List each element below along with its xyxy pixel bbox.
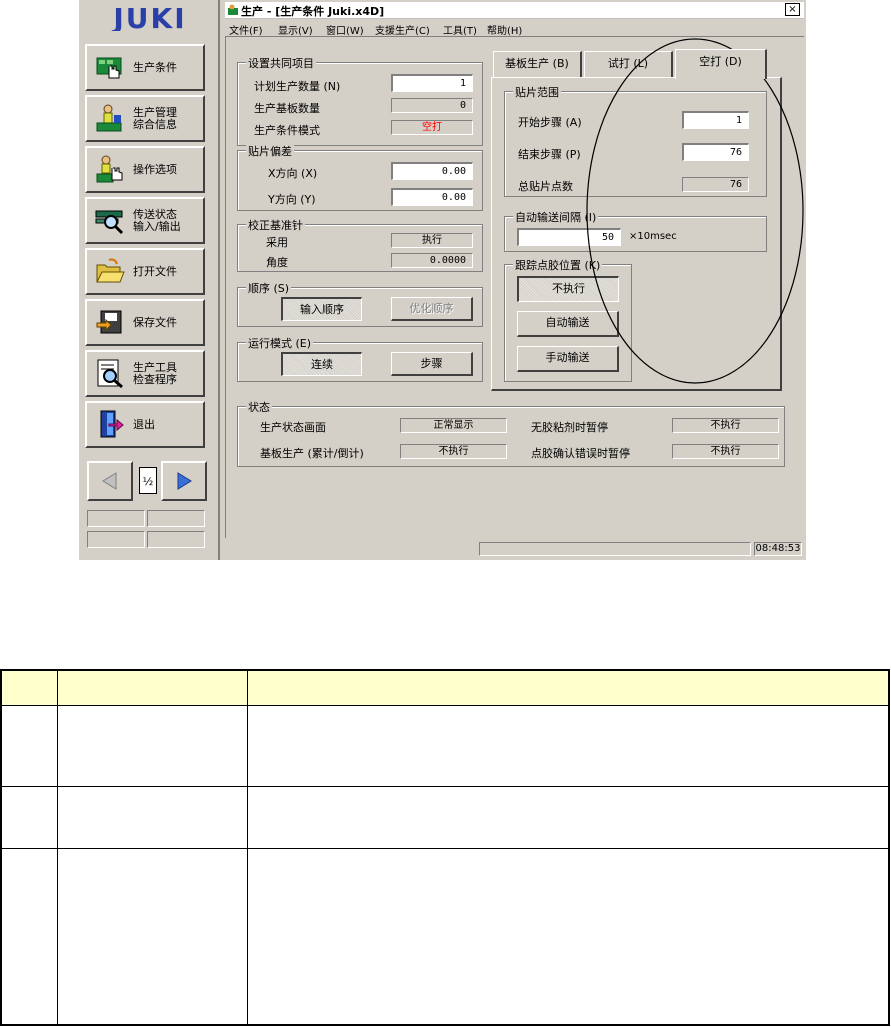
open-folder-icon: [96, 258, 125, 283]
empty-panel-slot: [147, 531, 205, 548]
production-management-label: 生产管理 综合信息: [133, 105, 177, 131]
empty-panel-slot: [147, 510, 205, 527]
table-column-divider: [57, 671, 58, 1024]
exit-label: 退出: [133, 417, 155, 431]
open-file-button[interactable]: 打开文件: [85, 248, 205, 295]
table-row: [2, 849, 888, 1024]
exit-button[interactable]: 退出: [85, 401, 205, 448]
table-row: [2, 787, 888, 849]
previous-page-button[interactable]: [87, 461, 133, 501]
annotation-ellipse: [586, 38, 804, 384]
production-conditions-button[interactable]: 生产条件: [85, 44, 205, 91]
page-navigation: ½: [87, 461, 207, 501]
svg-text:JUKI: JUKI: [111, 5, 186, 31]
page-indicator: ½: [139, 467, 157, 494]
hand-on-board-icon: [96, 57, 122, 79]
table-row: [2, 706, 888, 787]
juki-logo: JUKI: [91, 5, 209, 31]
conveyor-magnifier-icon: [95, 210, 124, 235]
operator-info-icon: [96, 104, 122, 132]
exit-door-icon: [100, 410, 124, 438]
save-file-label: 保存文件: [133, 315, 177, 329]
operator-hand-icon: [96, 155, 123, 183]
table-column-divider: [247, 671, 248, 1024]
table-header-row: [2, 671, 888, 706]
left-panel: JUKI 生产条件 生产管理 综合信息 操作选项 传送状态 输入/输出 打开文件…: [79, 0, 220, 560]
production-window: 生产 - [生产条件 Juki.x4D] × 文件(F) 显示(V) 窗口(W)…: [225, 2, 804, 558]
tool-check-label: 生产工具 检查程序: [133, 360, 177, 386]
transfer-status-label: 传送状态 输入/输出: [133, 207, 181, 233]
save-file-button[interactable]: 保存文件: [85, 299, 205, 346]
empty-panel-slot: [87, 531, 145, 548]
transfer-status-button[interactable]: 传送状态 输入/输出: [85, 197, 205, 244]
operation-options-label: 操作选项: [133, 162, 177, 176]
tool-check-icon: [97, 359, 123, 388]
empty-panel-slot: [87, 510, 145, 527]
next-page-button[interactable]: [161, 461, 207, 501]
save-file-icon: [96, 310, 122, 334]
tool-check-button[interactable]: 生产工具 检查程序: [85, 350, 205, 397]
left-arrow-icon: [102, 472, 117, 490]
right-arrow-icon: [177, 472, 192, 490]
operation-options-button[interactable]: 操作选项: [85, 146, 205, 193]
description-table: [0, 669, 890, 1026]
production-management-button[interactable]: 生产管理 综合信息: [85, 95, 205, 142]
production-conditions-label: 生产条件: [133, 60, 177, 74]
tab-dry-run[interactable]: 空打 (D): [675, 49, 767, 79]
application-screenshot: JUKI 生产条件 生产管理 综合信息 操作选项 传送状态 输入/输出 打开文件…: [79, 0, 806, 560]
open-file-label: 打开文件: [133, 264, 177, 278]
